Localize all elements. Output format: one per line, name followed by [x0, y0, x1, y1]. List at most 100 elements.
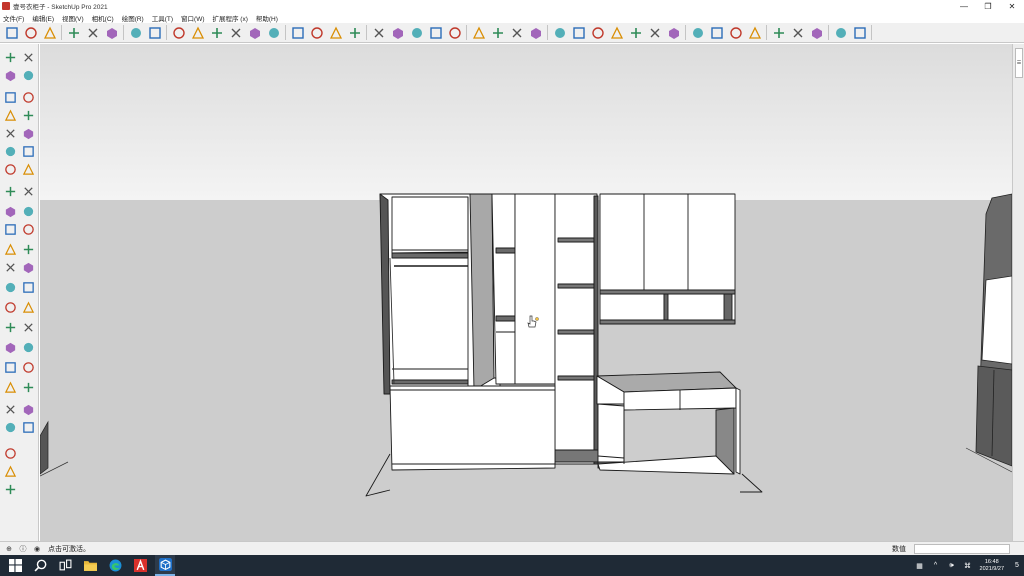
- rotated-rect-icon[interactable]: [21, 108, 36, 123]
- menu-help[interactable]: 帮助(H): [256, 13, 278, 23]
- menu-view[interactable]: 视图(V): [62, 13, 84, 23]
- menu-window[interactable]: 窗口(W): [181, 13, 204, 23]
- menu-edit[interactable]: 编辑(E): [32, 13, 54, 23]
- monochrome-icon[interactable]: [646, 24, 663, 41]
- look-around-icon[interactable]: [3, 380, 18, 395]
- layer-icon[interactable]: [708, 24, 725, 41]
- menu-file[interactable]: 文件(F): [3, 13, 24, 23]
- text-icon[interactable]: [21, 260, 36, 275]
- tape-measure-icon[interactable]: [408, 24, 425, 41]
- zoom-icon[interactable]: [84, 24, 101, 41]
- right-view-icon[interactable]: [170, 24, 187, 41]
- zoom-extents-icon[interactable]: [103, 24, 120, 41]
- warehouse-icon[interactable]: [246, 24, 263, 41]
- line-icon[interactable]: [3, 90, 18, 105]
- network-icon[interactable]: ⌘: [962, 560, 974, 572]
- polygon-icon[interactable]: [21, 126, 36, 141]
- tape-measure-icon[interactable]: [3, 242, 18, 257]
- position-camera-icon[interactable]: [832, 24, 849, 41]
- menu-tools[interactable]: 工具(T): [152, 13, 173, 23]
- sandbox-icon[interactable]: [3, 402, 18, 417]
- zoom-extents-icon[interactable]: [3, 340, 18, 355]
- xray-icon[interactable]: [551, 24, 568, 41]
- measurements-input[interactable]: [914, 544, 1010, 554]
- left-view-icon[interactable]: [208, 24, 225, 41]
- shaded-icon[interactable]: [608, 24, 625, 41]
- menu-camera[interactable]: 相机(C): [92, 13, 114, 23]
- zoom-window-icon[interactable]: [21, 320, 36, 335]
- three-point-arc-icon[interactable]: [21, 162, 36, 177]
- smoove-icon[interactable]: [21, 402, 36, 417]
- walk-icon[interactable]: [21, 360, 36, 375]
- start-button[interactable]: [5, 555, 25, 576]
- search-button[interactable]: [30, 555, 50, 576]
- orbit-icon[interactable]: [41, 24, 58, 41]
- notification-center-button[interactable]: 5: [1010, 555, 1024, 576]
- axes-icon[interactable]: [3, 280, 18, 295]
- component-icon[interactable]: [22, 24, 39, 41]
- task-view-button[interactable]: [55, 555, 75, 576]
- freehand-icon[interactable]: [21, 90, 36, 105]
- followme-icon[interactable]: [427, 24, 444, 41]
- export-icon[interactable]: [3, 482, 18, 497]
- offset-icon[interactable]: [446, 24, 463, 41]
- minimize-button[interactable]: —: [952, 0, 976, 12]
- move-icon[interactable]: [3, 184, 18, 199]
- push-pull-icon[interactable]: [21, 184, 36, 199]
- paint-bucket-icon[interactable]: [389, 24, 406, 41]
- maximize-button[interactable]: ❐: [976, 0, 1000, 12]
- geo-location-icon[interactable]: ⊕: [4, 544, 14, 554]
- top-view-icon[interactable]: [127, 24, 144, 41]
- pan-icon[interactable]: [21, 300, 36, 315]
- volume-icon[interactable]: 🕪: [946, 560, 958, 572]
- scene-icon[interactable]: [746, 24, 763, 41]
- select-arrow-icon[interactable]: [3, 24, 20, 41]
- rectangle-icon[interactable]: [3, 108, 18, 123]
- walk-icon[interactable]: [789, 24, 806, 41]
- back-view-icon[interactable]: [189, 24, 206, 41]
- iso-view-icon[interactable]: [227, 24, 244, 41]
- hidden-line-icon[interactable]: [589, 24, 606, 41]
- undo-icon[interactable]: [3, 446, 18, 461]
- arc-icon[interactable]: [3, 144, 18, 159]
- edge-browser-button[interactable]: [105, 555, 125, 576]
- follow-me-icon[interactable]: [21, 204, 36, 219]
- drawing-area[interactable]: [40, 44, 1012, 541]
- stamp-icon[interactable]: [3, 420, 18, 435]
- rotate-icon[interactable]: [3, 204, 18, 219]
- dimension-icon[interactable]: [21, 242, 36, 257]
- eraser-icon[interactable]: [21, 68, 36, 83]
- extension-icon[interactable]: [265, 24, 282, 41]
- autocad-button[interactable]: [130, 555, 150, 576]
- component-icon[interactable]: [21, 50, 36, 65]
- two-point-arc-icon[interactable]: [3, 162, 18, 177]
- position-camera-icon[interactable]: [3, 360, 18, 375]
- menu-draw[interactable]: 绘图(R): [122, 13, 144, 23]
- previous-view-icon[interactable]: [21, 340, 36, 355]
- section-plane-icon[interactable]: [370, 24, 387, 41]
- outliner-icon[interactable]: [727, 24, 744, 41]
- wireframe-icon[interactable]: [570, 24, 587, 41]
- 3d-text-icon[interactable]: [21, 280, 36, 295]
- protractor-icon[interactable]: [289, 24, 306, 41]
- shadow-icon[interactable]: [489, 24, 506, 41]
- profile-icon[interactable]: [689, 24, 706, 41]
- front-view-icon[interactable]: [146, 24, 163, 41]
- camera-icon[interactable]: [770, 24, 787, 41]
- solid-union-icon[interactable]: [851, 24, 868, 41]
- circle-icon[interactable]: [3, 126, 18, 141]
- dimension-icon[interactable]: [346, 24, 363, 41]
- offset-icon[interactable]: [21, 222, 36, 237]
- close-button[interactable]: ✕: [1000, 0, 1024, 12]
- orbit-icon[interactable]: [3, 300, 18, 315]
- menu-extensions[interactable]: 扩展程序 (x): [213, 13, 248, 23]
- lookaround-icon[interactable]: [808, 24, 825, 41]
- text-icon[interactable]: [327, 24, 344, 41]
- select-icon[interactable]: [3, 50, 18, 65]
- axes-icon[interactable]: [308, 24, 325, 41]
- zoom-icon[interactable]: [3, 320, 18, 335]
- file-explorer-button[interactable]: [80, 555, 100, 576]
- scale-icon[interactable]: [3, 222, 18, 237]
- user-icon[interactable]: ◉: [32, 544, 42, 554]
- textured-icon[interactable]: [627, 24, 644, 41]
